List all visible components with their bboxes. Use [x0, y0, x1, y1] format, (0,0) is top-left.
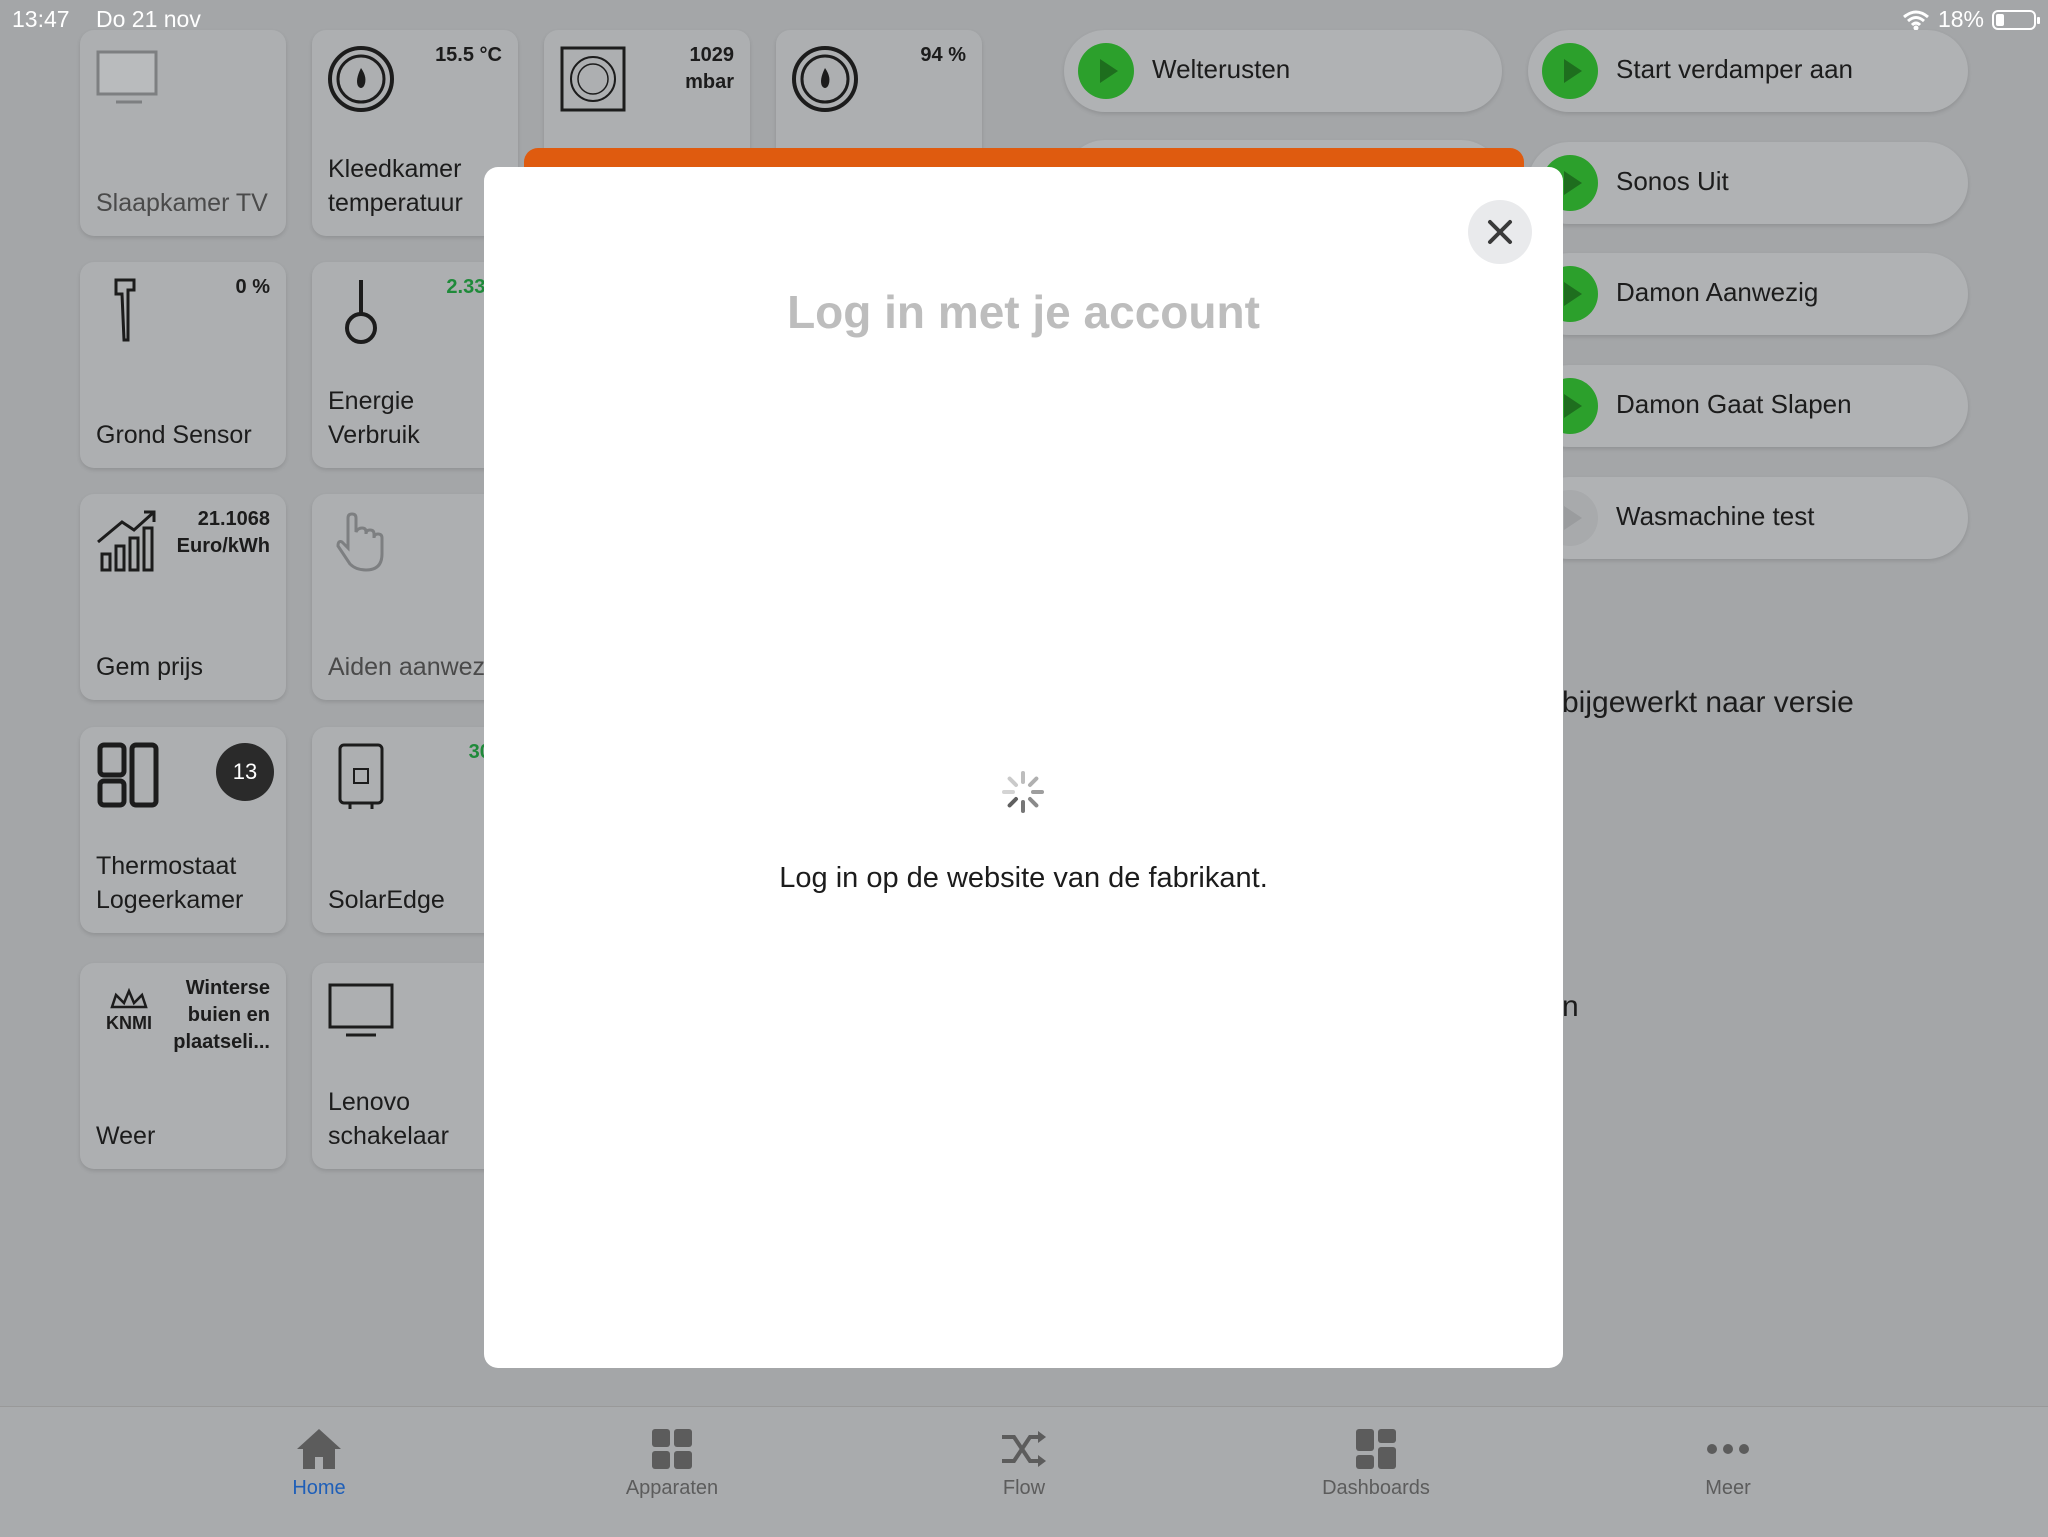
flow-label: Damon Gaat Slapen	[1616, 389, 1852, 419]
tab-meer[interactable]: Meer	[1638, 1427, 1818, 1500]
tab-dashboards[interactable]: Dashboards	[1286, 1427, 1466, 1500]
timeline-update-text: bijgewerkt naar versie	[1562, 686, 1854, 719]
modal-title: Log in met je account	[787, 286, 1260, 338]
loading-spinner-icon	[1002, 771, 1044, 813]
tile-value: 0 %	[235, 276, 270, 298]
tv-icon	[96, 50, 158, 104]
tile-label: Gem prijs	[96, 653, 203, 681]
login-modal: Log in met je account Log in op de websi…	[484, 167, 1563, 1368]
flow-button-welterusten[interactable]: Welterusten	[1064, 30, 1502, 112]
thermostat-flame-icon	[792, 46, 858, 112]
play-icon	[1542, 43, 1598, 99]
tile-value: 21.1068 Euro/kWh	[176, 508, 270, 557]
dashboard-icon	[1356, 1429, 1396, 1469]
flow-button-damon-gaat-slapen[interactable]: Damon Gaat Slapen	[1528, 365, 1968, 447]
device-tile-thermostaat-logeerkamer[interactable]: 13 Thermostaat Logeerkamer	[80, 727, 286, 933]
wifi-icon	[1902, 10, 1929, 30]
apps-grid-icon	[652, 1429, 692, 1469]
ring-sensor-icon	[345, 280, 377, 344]
tile-label: Lenovo schakelaar	[328, 1088, 449, 1150]
shuffle-icon	[1002, 1431, 1046, 1467]
bottom-tab-bar: Home Apparaten Flow Dashboards Meer	[0, 1406, 2048, 1537]
tile-label: Energie Verbruik	[328, 387, 420, 449]
flow-button-wasmachine-test[interactable]: Wasmachine test	[1528, 477, 1968, 559]
battery-percent: 18%	[1937, 6, 1984, 32]
flow-label: Start verdamper aan	[1616, 54, 1854, 84]
flow-label: Wasmachine test	[1616, 501, 1815, 531]
count-badge: 13	[216, 743, 274, 801]
tile-value: 1029 mbar	[685, 44, 734, 93]
tile-value: Winterse buien en plaatseli...	[173, 977, 270, 1053]
tile-label: Aiden aanwezig	[328, 653, 505, 681]
battery-icon	[1992, 9, 2040, 30]
timeline-fragment-text: n	[1562, 990, 1579, 1023]
play-icon	[1078, 43, 1134, 99]
flow-label: Welterusten	[1152, 54, 1291, 84]
inverter-icon	[338, 743, 384, 809]
tile-label: SolarEdge	[328, 886, 445, 914]
tab-flow[interactable]: Flow	[934, 1427, 1114, 1500]
tab-apparaten[interactable]: Apparaten	[582, 1427, 762, 1500]
price-chart-icon	[97, 510, 156, 572]
knmi-icon: KNMI	[106, 987, 152, 1033]
tile-label: Kleedkamer temperatuur	[328, 155, 463, 217]
flow-button-sonos-uit[interactable]: Sonos Uit	[1528, 142, 1968, 224]
flow-label: Sonos Uit	[1616, 166, 1729, 196]
flow-button-damon-aanwezig[interactable]: Damon Aanwezig	[1528, 253, 1968, 335]
device-tile-gem-prijs[interactable]: 21.1068 Euro/kWh Gem prijs	[80, 494, 286, 700]
flow-label: Damon Aanwezig	[1616, 277, 1819, 307]
thermostat-flame-icon	[328, 46, 394, 112]
status-date: Do 21 nov	[96, 6, 201, 32]
close-icon	[1488, 220, 1512, 244]
more-icon	[1707, 1444, 1749, 1454]
tile-label: Weer	[96, 1122, 156, 1150]
modal-message: Log in op de website van de fabrikant.	[779, 862, 1268, 894]
tab-label: Apparaten	[625, 1477, 719, 1499]
tab-label: Meer	[1705, 1477, 1751, 1499]
tile-label: Grond Sensor	[96, 421, 252, 449]
tab-home[interactable]: Home	[229, 1427, 409, 1500]
status-time: 13:47	[12, 6, 70, 32]
flow-button-start-verdamper[interactable]: Start verdamper aan	[1528, 30, 1968, 112]
device-tile-grond-sensor[interactable]: 0 % Grond Sensor	[80, 262, 286, 468]
close-button[interactable]	[1468, 200, 1532, 264]
hand-pointer-icon	[336, 512, 384, 572]
tile-value: 94 %	[920, 44, 966, 66]
tile-label: Slaapkamer TV	[96, 189, 268, 217]
device-tile-weer[interactable]: KNMI Winterse buien en plaatseli... Weer	[80, 963, 286, 1169]
knmi-logo-text: KNMI	[106, 1013, 152, 1033]
tab-label: Flow	[1002, 1477, 1046, 1499]
thermostat-display-icon	[560, 46, 626, 112]
tv-icon	[328, 983, 394, 1037]
device-tile-slaapkamer-tv[interactable]: Slaapkamer TV	[80, 30, 286, 236]
tab-label: Home	[292, 1477, 346, 1499]
tab-label: Dashboards	[1322, 1477, 1430, 1499]
grid-layout-icon	[97, 742, 159, 808]
tile-value: 15.5 °C	[435, 44, 502, 66]
home-icon	[297, 1429, 341, 1469]
probe-sensor-icon	[114, 278, 136, 342]
tile-label: Thermostaat Logeerkamer	[96, 852, 244, 914]
